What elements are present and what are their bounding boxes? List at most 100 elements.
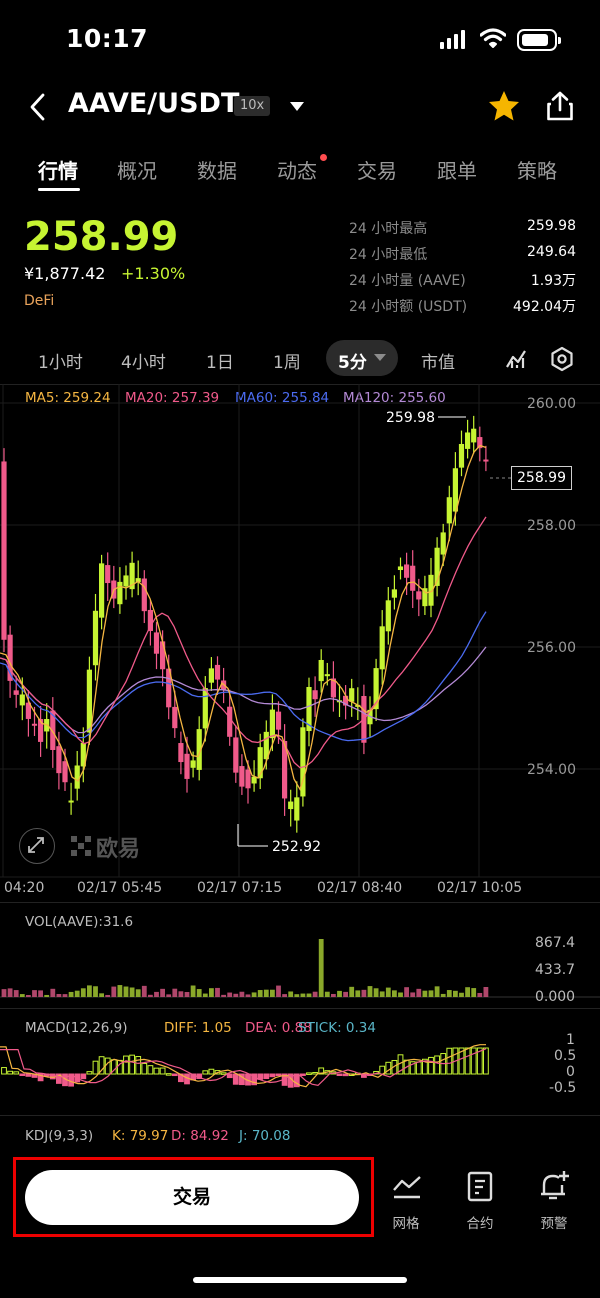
cellular-signal-icon [440, 30, 465, 49]
leverage-badge: 10x [234, 96, 271, 116]
candle [275, 711, 282, 730]
volume-bar [44, 994, 50, 997]
stat-label: 24 小时最低 [349, 247, 428, 263]
pair-dropdown-icon[interactable] [289, 100, 305, 112]
candle [440, 532, 446, 555]
volume-bar [135, 989, 141, 997]
x-tick: 02/17 05:45 [77, 880, 163, 896]
alert-label[interactable]: 预警 [524, 1212, 584, 1232]
macd-bar [300, 1073, 306, 1076]
indicator-icon[interactable] [504, 347, 528, 371]
volume-chart [0, 939, 600, 998]
grid-label[interactable]: 网格 [376, 1212, 436, 1232]
y-tick: 0.5 [554, 1048, 577, 1064]
candle [62, 761, 68, 783]
macd-bar [208, 1068, 215, 1075]
candle [105, 565, 111, 584]
volume-bar [13, 990, 19, 997]
tab-data[interactable]: 数据 [197, 155, 237, 184]
y-tick: 260.00 [527, 396, 576, 412]
pair-title[interactable]: AAVE/USDT [68, 88, 239, 119]
volume-bar [1, 989, 7, 997]
low-price-label: 252.92 [272, 839, 321, 855]
candle [233, 737, 239, 773]
macd-bar [123, 1055, 129, 1075]
macd-bar [80, 1073, 87, 1080]
macd-bar [147, 1065, 154, 1075]
interval-dropdown-icon[interactable] [374, 354, 386, 362]
volume-bar [300, 993, 306, 997]
volume-bar [355, 990, 361, 997]
interval-1h[interactable]: 1小时 [38, 348, 83, 373]
macd-bar [159, 1067, 166, 1075]
macd-diff: DIFF: 1.05 [164, 1020, 232, 1036]
favorite-star-icon[interactable] [487, 89, 521, 123]
macd-bar [13, 1071, 20, 1075]
tab-trade[interactable]: 交易 [357, 155, 397, 184]
trade-button[interactable]: 交易 [25, 1170, 359, 1225]
contract-icon[interactable] [466, 1171, 496, 1203]
tab-overview[interactable]: 概况 [117, 155, 157, 184]
volume-bar [331, 993, 336, 997]
grid-icon[interactable] [391, 1173, 423, 1203]
interval-selected[interactable]: 5分 [338, 348, 367, 373]
candle [288, 801, 294, 810]
tab-news[interactable]: 动态 [277, 155, 317, 184]
volume-bar [434, 986, 440, 997]
macd-bar [263, 1073, 270, 1080]
macd-bar [269, 1073, 276, 1078]
candle [123, 575, 129, 587]
candle [74, 765, 80, 789]
share-icon[interactable] [545, 90, 575, 122]
volume-bar [93, 986, 98, 997]
macd-bar [232, 1073, 239, 1085]
contract-label[interactable]: 合约 [450, 1212, 510, 1232]
candle [349, 688, 355, 702]
volume-bar [160, 988, 165, 997]
candle [391, 589, 397, 598]
volume-bar [453, 990, 458, 997]
volume-bar [227, 992, 233, 997]
y-tick: 254.00 [527, 762, 576, 778]
alert-bell-icon[interactable] [538, 1169, 572, 1203]
candle [31, 723, 38, 726]
volume-bar [282, 994, 287, 997]
stat-value: 1.93万 [530, 273, 576, 289]
back-icon[interactable] [28, 92, 48, 122]
candle [153, 632, 160, 654]
volume-bar [129, 987, 135, 997]
tab-market[interactable]: 行情 [38, 155, 78, 184]
interval-1d[interactable]: 1日 [206, 348, 234, 373]
candle [214, 664, 221, 680]
volume-bar [446, 990, 452, 997]
tab-copy-trading[interactable]: 跟单 [437, 155, 477, 184]
interval-1w[interactable]: 1周 [273, 348, 301, 373]
volume-bar [196, 989, 202, 997]
price-change: +1.30% [121, 264, 186, 283]
volume-bar [428, 990, 434, 997]
candlestick-chart[interactable] [0, 384, 600, 902]
interval-4h[interactable]: 4小时 [121, 348, 166, 373]
volume-bar [471, 988, 477, 997]
category-tag[interactable]: DeFi [24, 293, 54, 309]
chart-settings-icon[interactable] [549, 346, 575, 372]
candle [56, 746, 62, 774]
volume-bar [148, 994, 153, 997]
x-tick: 02/17 10:05 [437, 880, 523, 896]
macd-bar [312, 1072, 319, 1075]
volume-bar [111, 986, 117, 997]
candle [19, 694, 25, 706]
volume-bar [215, 987, 220, 997]
macd-bar [306, 1072, 312, 1075]
volume-bar [410, 992, 416, 997]
volume-bar [477, 992, 483, 997]
macd-bar [171, 1073, 178, 1077]
kdj-k: K: 79.97 [112, 1128, 169, 1144]
candle [172, 706, 178, 729]
y-tick: 256.00 [527, 640, 576, 656]
market-cap-toggle[interactable]: 市值 [421, 348, 455, 373]
tab-strategy[interactable]: 策略 [517, 155, 557, 184]
candle [446, 497, 452, 524]
macd-bar [153, 1067, 160, 1075]
fullscreen-button[interactable] [19, 828, 55, 864]
